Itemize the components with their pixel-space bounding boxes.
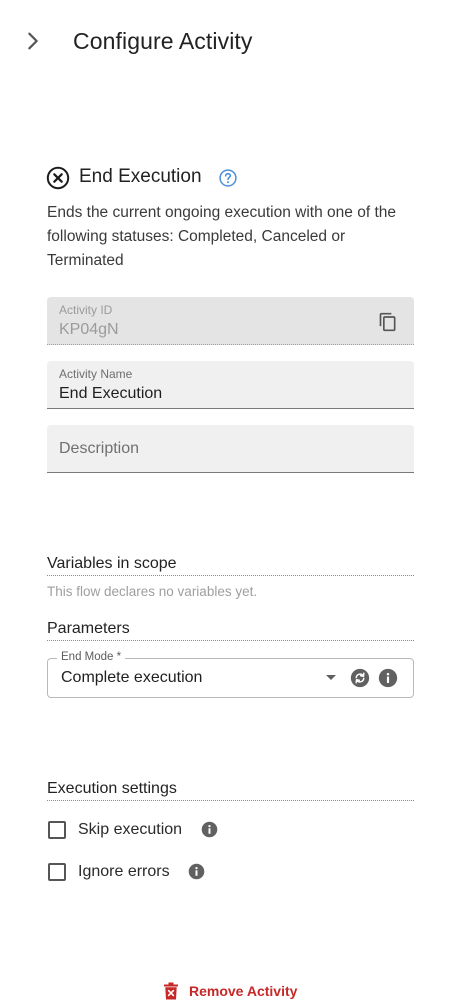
activity-title: End Execution [79, 166, 202, 187]
refresh-icon[interactable] [350, 668, 370, 688]
end-mode-value[interactable]: Complete execution [61, 669, 202, 687]
description-field[interactable]: Description [47, 425, 414, 473]
skip-execution-label[interactable]: Skip execution [78, 821, 182, 839]
parameters-section-title: Parameters [47, 620, 414, 641]
remove-activity-label: Remove Activity [189, 983, 298, 999]
ignore-errors-label[interactable]: Ignore errors [78, 863, 170, 881]
page-title: Configure Activity [73, 28, 253, 54]
help-circle-icon[interactable] [218, 168, 238, 188]
variables-empty-text: This flow declares no variables yet. [47, 584, 258, 599]
dropdown-arrow-icon[interactable] [326, 675, 336, 680]
close-circle-icon [46, 166, 70, 190]
activity-name-field[interactable]: Activity Name End Execution [47, 361, 414, 409]
activity-name-value[interactable]: End Execution [59, 385, 162, 403]
execution-settings-title: Execution settings [47, 780, 414, 801]
variables-section-title: Variables in scope [47, 555, 414, 576]
activity-id-label: Activity ID [59, 303, 113, 317]
copy-icon[interactable] [378, 311, 398, 333]
chevron-right-icon[interactable] [22, 30, 44, 52]
ignore-errors-checkbox[interactable] [48, 863, 66, 881]
info-icon[interactable] [188, 863, 205, 880]
description-placeholder: Description [59, 440, 140, 457]
info-icon[interactable] [201, 821, 218, 838]
skip-execution-checkbox[interactable] [48, 821, 66, 839]
end-mode-select[interactable]: End Mode * Complete execution [47, 651, 414, 698]
remove-activity-button[interactable]: Remove Activity [163, 980, 297, 1002]
activity-id-value: KP04gN [59, 321, 119, 338]
end-mode-label: End Mode * [57, 651, 126, 663]
activity-id-field: Activity ID KP04gN [47, 297, 414, 345]
activity-description: Ends the current ongoing execution with … [47, 204, 396, 269]
info-icon[interactable] [378, 668, 398, 688]
trash-x-icon [164, 982, 178, 1000]
activity-name-label: Activity Name [59, 367, 133, 381]
